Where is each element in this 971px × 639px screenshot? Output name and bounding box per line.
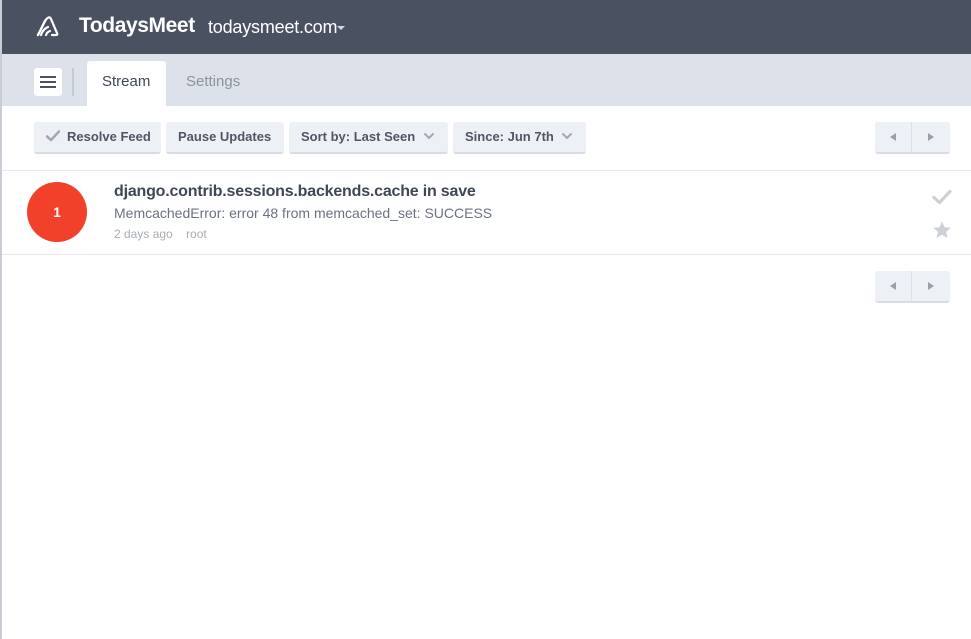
prev-page-button[interactable] [875, 271, 912, 301]
prev-page-button[interactable] [875, 122, 912, 152]
event-list-item[interactable]: 1 django.contrib.sessions.backends.cache… [2, 172, 971, 255]
team-selector[interactable]: todaysmeet.com [208, 17, 337, 38]
tab-stream[interactable]: Stream [87, 61, 166, 106]
chevron-down-icon [562, 133, 572, 139]
resolve-feed-button[interactable]: Resolve Feed [34, 122, 161, 154]
event-meta: 2 days ago root [114, 227, 217, 241]
arrow-right-icon [928, 133, 934, 141]
event-title[interactable]: django.contrib.sessions.backends.cache i… [114, 183, 476, 201]
sort-label: Sort by: Last Seen [301, 129, 416, 144]
hamburger-menu-icon[interactable] [34, 68, 62, 96]
resolve-feed-label: Resolve Feed [67, 129, 151, 144]
sort-dropdown[interactable]: Sort by: Last Seen [289, 122, 448, 154]
brand-name[interactable]: TodaysMeet [79, 14, 195, 38]
pause-updates-label: Pause Updates [178, 129, 272, 144]
event-message: MemcachedError: error 48 from memcached_… [114, 205, 493, 221]
check-icon [46, 130, 60, 142]
tab-settings[interactable]: Settings [171, 61, 255, 106]
arrow-left-icon [890, 282, 896, 290]
since-dropdown[interactable]: Since: Jun 7th [453, 122, 586, 154]
top-pagination [875, 122, 950, 154]
arrow-right-icon [928, 282, 934, 290]
since-label: Since: Jun 7th [465, 129, 554, 144]
event-time: 2 days ago [114, 227, 173, 241]
check-icon[interactable] [932, 189, 952, 205]
chevron-down-icon [424, 133, 434, 139]
stream-toolbar: Resolve Feed Pause Updates Sort by: Last… [2, 106, 971, 171]
tab-bar: Stream Settings [2, 54, 971, 106]
event-logger[interactable]: root [186, 227, 207, 241]
app-frame: TodaysMeet todaysmeet.com Stream Setting… [0, 0, 971, 639]
arrow-left-icon [890, 133, 896, 141]
star-icon[interactable] [932, 220, 952, 240]
next-page-button[interactable] [912, 271, 949, 301]
next-page-button[interactable] [912, 122, 949, 152]
chevron-down-icon[interactable] [337, 26, 345, 30]
bottom-pagination [875, 271, 950, 303]
pause-updates-button[interactable]: Pause Updates [166, 122, 284, 154]
top-header: TodaysMeet todaysmeet.com [2, 0, 971, 54]
event-count-badge: 1 [27, 182, 87, 242]
tab-divider [72, 68, 74, 96]
sentry-logo-icon[interactable] [36, 15, 60, 37]
